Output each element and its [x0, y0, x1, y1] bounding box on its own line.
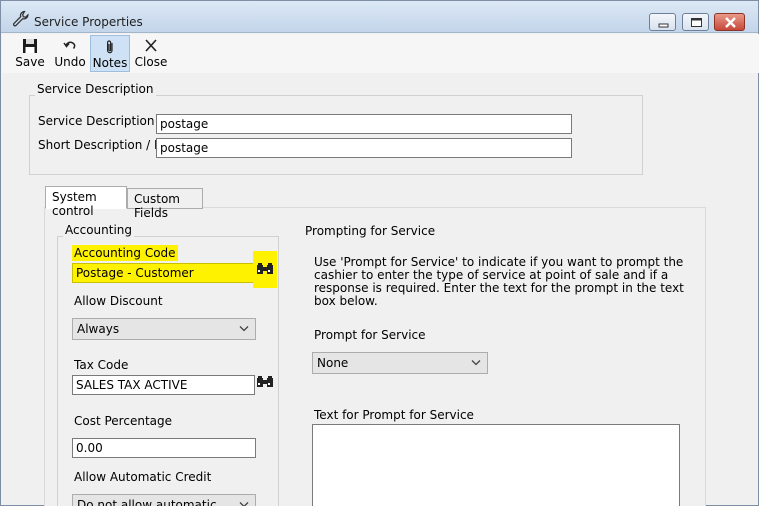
tab-custom-fields[interactable]: Custom Fields	[127, 188, 203, 220]
prompting-help-text: Use 'Prompt for Service' to indicate if …	[314, 255, 684, 308]
allow-automatic-credit-select[interactable]: Do not allow automatic credit	[72, 494, 256, 506]
accounting-code-lookup-button[interactable]	[253, 251, 277, 288]
chevron-down-icon	[239, 326, 249, 332]
chevron-down-icon	[471, 360, 481, 366]
notes-label: Notes	[92, 56, 128, 70]
floppy-disk-icon	[23, 39, 37, 53]
window-title: Service Properties	[34, 15, 143, 29]
maximize-button[interactable]	[682, 13, 709, 31]
service-description-label: Service Description	[38, 114, 155, 128]
prompt-for-service-value: None	[317, 356, 349, 370]
notes-button[interactable]: Notes	[90, 35, 130, 72]
save-button[interactable]: Save	[12, 35, 48, 72]
close-button[interactable]: Close	[134, 35, 168, 72]
wrench-icon	[12, 10, 29, 27]
prompting-group-title: Prompting for Service	[305, 224, 436, 238]
close-icon	[725, 17, 736, 28]
tax-code-value: SALES TAX ACTIVE	[76, 378, 188, 392]
tab-system-control[interactable]: System control	[45, 186, 127, 218]
save-label: Save	[15, 55, 45, 69]
allow-discount-label: Allow Discount	[74, 294, 163, 308]
text-for-prompt-label: Text for Prompt for Service	[314, 408, 474, 422]
short-description-label: Short Description / ID	[38, 138, 167, 152]
allow-discount-value: Always	[77, 322, 120, 336]
close-label: Close	[134, 55, 168, 69]
paperclip-icon	[107, 40, 113, 54]
allow-discount-select[interactable]: Always	[72, 318, 256, 340]
short-description-input[interactable]	[156, 138, 572, 158]
binoculars-icon	[257, 263, 273, 274]
accounting-code-label: Accounting Code	[72, 245, 178, 261]
window-close-button[interactable]	[714, 13, 745, 31]
cost-percentage-label: Cost Percentage	[74, 414, 172, 428]
tax-code-label: Tax Code	[74, 358, 129, 372]
service-description-group-title: Service Description	[35, 82, 156, 96]
service-properties-window: Service Properties Save Undo Notes Close…	[0, 0, 759, 506]
service-description-input[interactable]	[156, 114, 572, 134]
title-bar[interactable]: Service Properties	[1, 1, 758, 33]
binoculars-icon	[257, 376, 273, 387]
accounting-code-value: Postage - Customer	[76, 266, 194, 280]
maximize-icon	[691, 18, 702, 27]
prompt-for-service-label: Prompt for Service	[314, 328, 426, 342]
prompt-for-service-select[interactable]: None	[312, 352, 488, 374]
tax-code-lookup-button[interactable]	[254, 373, 276, 395]
toolbar: Save Undo Notes Close	[2, 34, 759, 73]
tax-code-input[interactable]: SALES TAX ACTIVE	[72, 375, 255, 395]
undo-arrow-icon	[63, 41, 76, 49]
undo-button[interactable]: Undo	[52, 35, 88, 72]
text-for-prompt-textarea[interactable]	[312, 424, 680, 506]
allow-automatic-credit-label: Allow Automatic Credit	[74, 470, 212, 484]
accounting-code-input[interactable]: Postage - Customer	[72, 263, 255, 283]
accounting-group-title: Accounting	[63, 223, 135, 237]
service-description-group	[29, 95, 643, 175]
allow-automatic-credit-value: Do not allow automatic credit	[77, 498, 217, 506]
minimize-icon	[658, 23, 669, 28]
chevron-down-icon	[239, 502, 249, 506]
cost-percentage-input[interactable]	[72, 438, 256, 458]
undo-label: Undo	[54, 55, 86, 69]
x-close-icon	[145, 39, 157, 52]
minimize-button[interactable]	[649, 13, 676, 31]
